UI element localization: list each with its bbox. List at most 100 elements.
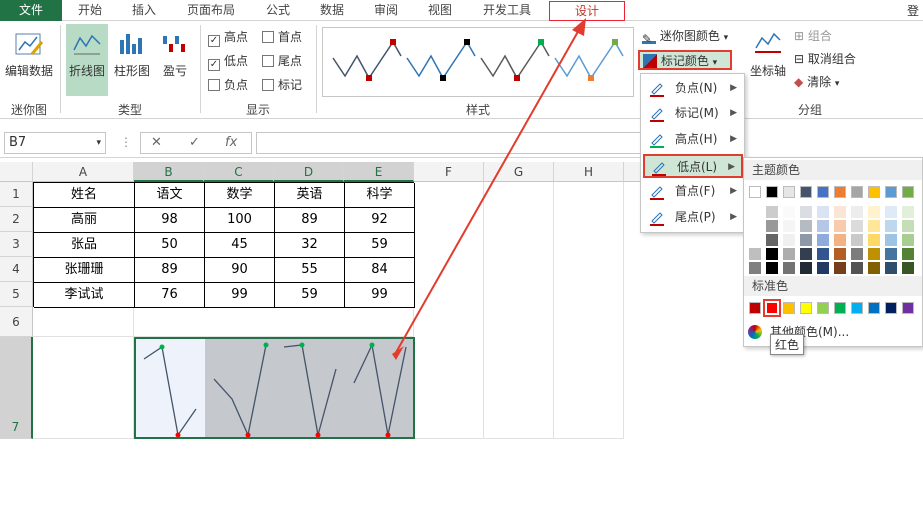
row-header-7[interactable]: 7	[0, 337, 33, 439]
column-header-b[interactable]: B	[134, 162, 204, 182]
table-cell[interactable]: 55	[275, 258, 345, 283]
table-cell[interactable]: 76	[135, 283, 205, 308]
table-header-cell[interactable]: 英语	[275, 183, 345, 208]
color-swatch[interactable]	[902, 262, 914, 274]
color-swatch[interactable]	[749, 248, 761, 260]
table-cell[interactable]: 84	[345, 258, 415, 283]
menu-item-markers[interactable]: 标记(M) ▶	[643, 102, 743, 126]
color-swatch[interactable]	[834, 262, 846, 274]
table-cell[interactable]: 高丽	[34, 208, 135, 233]
color-swatch[interactable]	[783, 248, 795, 260]
color-swatch[interactable]	[868, 248, 880, 260]
color-swatch[interactable]	[834, 206, 846, 218]
menu-item-last-point[interactable]: 尾点(P) ▶	[643, 206, 743, 230]
color-swatch[interactable]	[766, 186, 778, 198]
column-header-g[interactable]: G	[484, 162, 554, 182]
color-swatch[interactable]	[749, 186, 761, 198]
tab-view[interactable]: 视图	[426, 2, 454, 20]
color-swatch[interactable]	[800, 186, 812, 198]
clear-button[interactable]: ◆ 清除 ▾	[794, 73, 839, 93]
color-swatch[interactable]	[902, 248, 914, 260]
color-swatch[interactable]	[749, 302, 761, 314]
color-swatch[interactable]	[868, 220, 880, 232]
color-swatch[interactable]	[783, 234, 795, 246]
color-swatch[interactable]	[902, 234, 914, 246]
tab-data[interactable]: 数据	[318, 2, 346, 20]
ungroup-button[interactable]: ⊟ 取消组合	[794, 50, 856, 70]
table-cell[interactable]: 59	[275, 283, 345, 308]
color-swatch[interactable]	[851, 262, 863, 274]
color-swatch[interactable]	[783, 186, 795, 198]
row-header-4[interactable]: 4	[0, 257, 33, 282]
first-point-checkbox[interactable]: 首点	[262, 29, 302, 47]
color-swatch[interactable]	[817, 248, 829, 260]
color-swatch[interactable]	[749, 220, 761, 232]
color-swatch[interactable]	[783, 220, 795, 232]
red-color-swatch[interactable]	[763, 299, 781, 317]
sparkline-color-button[interactable]: ✎ 迷你图颜色 ▾	[642, 27, 728, 47]
color-swatch[interactable]	[885, 262, 897, 274]
markers-checkbox[interactable]: 标记	[262, 77, 302, 95]
select-all-corner[interactable]	[0, 162, 33, 182]
line-sparkline-button[interactable]: 折线图	[66, 24, 108, 96]
table-header-cell[interactable]: 科学	[345, 183, 415, 208]
tab-formulas[interactable]: 公式	[264, 2, 292, 20]
color-swatch[interactable]	[817, 262, 829, 274]
color-swatch[interactable]	[783, 302, 795, 314]
group-button[interactable]: ⊞ 组合	[794, 27, 832, 47]
color-swatch[interactable]	[834, 234, 846, 246]
column-header-c[interactable]: C	[204, 162, 274, 182]
color-swatch[interactable]	[800, 206, 812, 218]
marker-color-button[interactable]: 标记颜色 ▾	[638, 50, 732, 70]
color-swatch[interactable]	[885, 248, 897, 260]
sparkline-range[interactable]	[134, 337, 415, 439]
negative-point-checkbox[interactable]: 负点	[208, 77, 248, 95]
color-swatch[interactable]	[800, 234, 812, 246]
table-cell[interactable]: 90	[205, 258, 275, 283]
color-swatch[interactable]	[817, 302, 829, 314]
color-swatch[interactable]	[885, 186, 897, 198]
table-header-cell[interactable]: 数学	[205, 183, 275, 208]
color-swatch[interactable]	[885, 302, 897, 314]
color-swatch[interactable]	[851, 206, 863, 218]
color-swatch[interactable]	[851, 186, 863, 198]
tab-file[interactable]: 文件	[0, 0, 62, 21]
color-swatch[interactable]	[902, 206, 914, 218]
color-swatch[interactable]	[834, 302, 846, 314]
cancel-icon[interactable]: ✕	[151, 135, 162, 150]
table-cell[interactable]: 50	[135, 233, 205, 258]
color-swatch[interactable]	[783, 262, 795, 274]
column-header-e[interactable]: E	[344, 162, 414, 182]
color-swatch[interactable]	[766, 248, 778, 260]
table-header-cell[interactable]: 语文	[135, 183, 205, 208]
color-swatch[interactable]	[766, 206, 778, 218]
color-swatch[interactable]	[868, 206, 880, 218]
table-cell[interactable]: 59	[345, 233, 415, 258]
column-header-a[interactable]: A	[33, 162, 134, 182]
tab-home[interactable]: 开始	[76, 2, 104, 20]
color-swatch[interactable]	[851, 234, 863, 246]
menu-item-first-point[interactable]: 首点(F) ▶	[643, 180, 743, 204]
table-header-cell[interactable]: 姓名	[34, 183, 135, 208]
color-swatch[interactable]	[868, 302, 880, 314]
color-swatch[interactable]	[749, 234, 761, 246]
color-swatch[interactable]	[817, 234, 829, 246]
row-header-6[interactable]: 6	[0, 307, 33, 337]
table-cell[interactable]: 张品	[34, 233, 135, 258]
last-point-checkbox[interactable]: 尾点	[262, 53, 302, 71]
color-swatch[interactable]	[902, 186, 914, 198]
table-cell[interactable]: 45	[205, 233, 275, 258]
table-cell[interactable]: 99	[345, 283, 415, 308]
tab-insert[interactable]: 插入	[130, 2, 158, 20]
sparkline-style-gallery[interactable]	[322, 27, 634, 97]
name-box[interactable]: B7 ▾	[4, 132, 106, 154]
color-swatch[interactable]	[902, 220, 914, 232]
color-swatch[interactable]	[817, 206, 829, 218]
color-swatch[interactable]	[817, 220, 829, 232]
color-swatch[interactable]	[834, 186, 846, 198]
formula-input[interactable]	[256, 132, 656, 154]
table-cell[interactable]: 89	[275, 208, 345, 233]
edit-data-button[interactable]: 编辑数据	[2, 24, 56, 96]
login-link[interactable]: 登	[907, 2, 919, 19]
winloss-sparkline-button[interactable]: 盈亏	[156, 24, 194, 96]
